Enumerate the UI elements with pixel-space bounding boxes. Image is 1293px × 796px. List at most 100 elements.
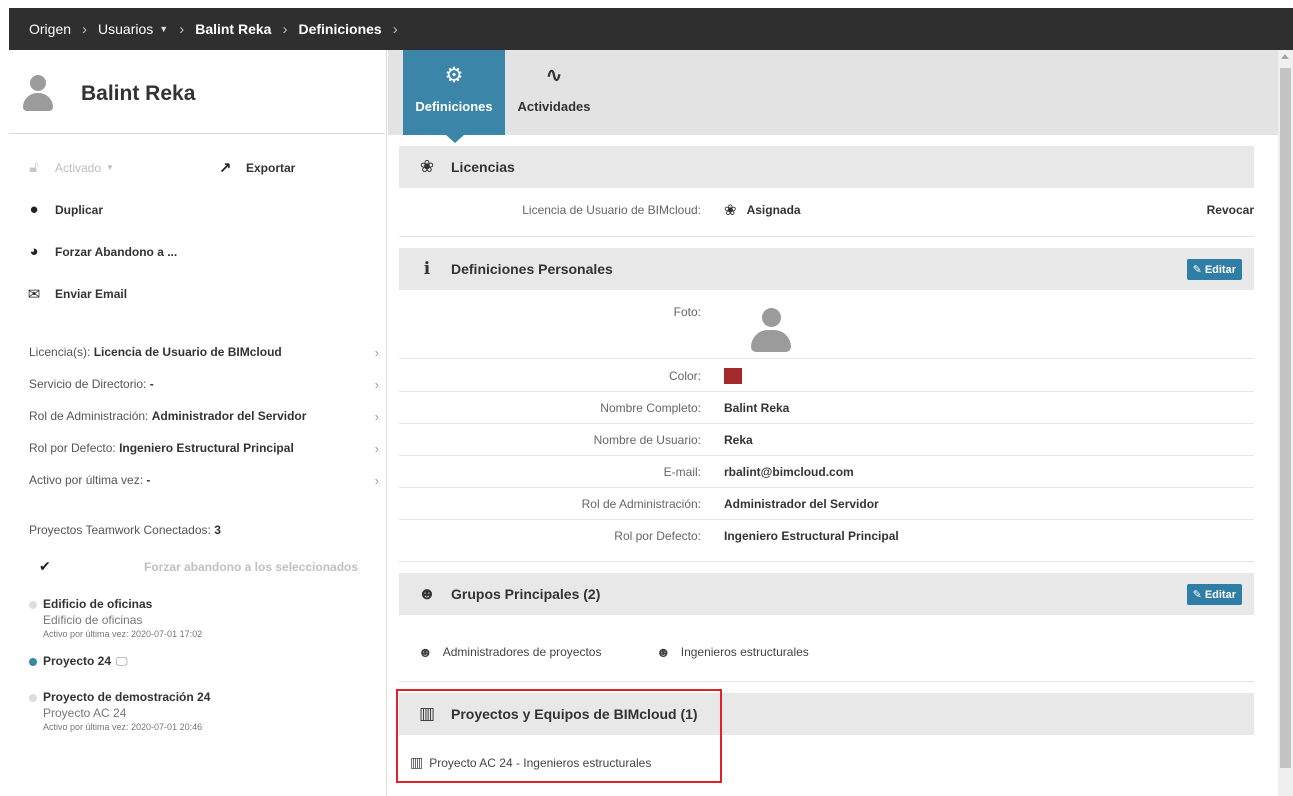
breadcrumb-users[interactable]: Usuarios bbox=[98, 21, 153, 37]
activity-icon: ∿ bbox=[545, 64, 563, 87]
scrollbar[interactable] bbox=[1278, 50, 1293, 796]
project-name: Edificio de oficinas bbox=[43, 597, 153, 611]
edit-label: Editar bbox=[1204, 263, 1236, 276]
users-icon: ☻ bbox=[418, 584, 436, 603]
duplicate-button[interactable]: ● Duplicar bbox=[23, 201, 103, 218]
chevron-right-icon: › bbox=[374, 441, 379, 456]
pencil-icon: ✎ bbox=[1192, 264, 1202, 276]
list-item[interactable]: Edificio de oficinas Edificio de oficina… bbox=[29, 597, 202, 639]
license-row-label: Licencia de Usuario de BIMcloud: bbox=[522, 203, 701, 217]
default-role-detail-row: Rol por Defecto: Ingeniero Estructural P… bbox=[399, 520, 1254, 552]
last-active-row[interactable]: Activo por última vez: - › bbox=[29, 473, 379, 488]
connected-projects-label: Proyectos Teamwork Conectados: bbox=[29, 523, 211, 537]
force-release-button[interactable]: ◕ Forzar Abandono a ... bbox=[23, 243, 177, 260]
send-email-label: Enviar Email bbox=[55, 287, 128, 301]
admin-role-value: Administrador del Servidor bbox=[151, 409, 307, 423]
list-item[interactable]: Proyecto de demostración 24 Proyecto AC … bbox=[29, 690, 210, 732]
activated-label: Activado bbox=[55, 160, 102, 175]
monitor-icon: 🖵︎ bbox=[116, 654, 128, 668]
status-dot-icon bbox=[29, 693, 37, 702]
email-value: rbalint@bimcloud.com bbox=[724, 464, 854, 479]
default-role-detail-label: Rol por Defecto: bbox=[614, 529, 701, 543]
select-all-checkmark-icon[interactable]: ✔ bbox=[39, 558, 51, 575]
external-link-icon: ↗ bbox=[218, 160, 232, 177]
status-dot-icon bbox=[29, 657, 37, 666]
group-item[interactable]: ☻ Ingenieros estructurales bbox=[656, 644, 809, 660]
directory-row[interactable]: Servicio de Directorio: - › bbox=[29, 377, 379, 392]
users-icon: ☻ bbox=[656, 644, 671, 660]
award-icon: ❀ bbox=[724, 202, 737, 219]
fullname-value: Balint Reka bbox=[724, 400, 790, 415]
photo-label: Foto: bbox=[673, 305, 701, 319]
tab-activities-label: Actividades bbox=[517, 99, 591, 114]
group-name: Ingenieros estructurales bbox=[680, 645, 809, 659]
unlock-icon: 🔓︎ bbox=[29, 159, 39, 176]
caret-down-icon[interactable]: ▼ bbox=[159, 24, 168, 34]
breadcrumb-user[interactable]: Balint Reka bbox=[195, 21, 271, 37]
force-release-selected-button[interactable]: Forzar abandono a los seleccionados bbox=[144, 560, 358, 574]
admin-role-detail-row: Rol de Administración: Administrador del… bbox=[399, 488, 1254, 520]
project-last-active: Activo por última vez: 2020-07-01 17:02 bbox=[43, 629, 203, 639]
photo-row: Foto: bbox=[399, 295, 1254, 359]
connected-projects-count: 3 bbox=[214, 523, 221, 537]
chevron-right-icon: › bbox=[179, 20, 185, 38]
directory-value: - bbox=[149, 377, 154, 391]
tab-settings[interactable]: ⚙ Definiciones bbox=[403, 50, 505, 135]
avatar bbox=[751, 308, 791, 353]
breadcrumb-origin[interactable]: Origen bbox=[29, 21, 71, 37]
export-button[interactable]: ↗ Exportar bbox=[214, 159, 296, 177]
default-role-row[interactable]: Rol por Defecto: Ingeniero Estructural P… bbox=[29, 441, 379, 456]
divider bbox=[399, 681, 1254, 682]
force-release-icon: ◕ bbox=[29, 243, 39, 260]
edit-personal-button[interactable]: ✎ Editar bbox=[1186, 259, 1242, 280]
revoke-button[interactable]: Revocar bbox=[1207, 203, 1254, 217]
scroll-thumb[interactable] bbox=[1280, 68, 1291, 768]
project-last-active: Activo por última vez: 2020-07-01 20:46 bbox=[43, 722, 203, 732]
activated-dropdown[interactable]: 🔓︎ Activado ▼ bbox=[23, 159, 114, 176]
license-row[interactable]: Licencia(s): Licencia de Usuario de BIMc… bbox=[29, 345, 379, 360]
chevron-right-icon: › bbox=[374, 473, 379, 488]
edit-label: Editar bbox=[1204, 588, 1236, 601]
divider bbox=[399, 561, 1254, 562]
username-value: Reka bbox=[724, 432, 753, 447]
chevron-right-icon: › bbox=[374, 409, 379, 424]
scroll-up-arrow-icon[interactable] bbox=[1281, 54, 1289, 59]
edit-groups-button[interactable]: ✎ Editar bbox=[1186, 584, 1242, 605]
chevron-right-icon: › bbox=[374, 345, 379, 360]
licenses-title: Licencias bbox=[451, 159, 515, 175]
list-item[interactable]: Proyecto 24 🖵︎ bbox=[29, 654, 128, 669]
email-row: E-mail: rbalint@bimcloud.com bbox=[399, 456, 1254, 488]
personal-title: Definiciones Personales bbox=[451, 261, 613, 277]
chevron-right-icon: › bbox=[374, 377, 379, 392]
chevron-right-icon: › bbox=[392, 20, 398, 38]
main-content: ⚙ Definiciones ∿ Actividades ❀ Licencias… bbox=[388, 50, 1278, 796]
default-role-label: Rol por Defecto: bbox=[29, 441, 116, 455]
username-label: Nombre de Usuario: bbox=[593, 432, 701, 447]
admin-role-detail-value: Administrador del Servidor bbox=[724, 496, 879, 511]
avatar bbox=[23, 75, 53, 113]
info-icon: ℹ bbox=[423, 259, 431, 278]
user-header: Balint Reka bbox=[9, 50, 385, 134]
group-item[interactable]: ☻ Administradores de proyectos bbox=[418, 644, 601, 660]
default-role-value: Ingeniero Estructural Principal bbox=[119, 441, 294, 455]
send-email-button[interactable]: ✉ Enviar Email bbox=[23, 285, 127, 303]
breadcrumb: Origen › Usuarios ▼ › Balint Reka › Defi… bbox=[9, 8, 1293, 50]
fullname-row: Nombre Completo: Balint Reka bbox=[399, 392, 1254, 424]
admin-role-row[interactable]: Rol de Administración: Administrador del… bbox=[29, 409, 379, 424]
export-label: Exportar bbox=[246, 161, 296, 175]
email-label: E-mail: bbox=[663, 464, 701, 479]
tab-activities[interactable]: ∿ Actividades bbox=[505, 50, 603, 135]
groups-title: Grupos Principales (2) bbox=[451, 586, 601, 602]
users-icon: ☻ bbox=[418, 644, 433, 660]
groups-header: ☻ Grupos Principales (2) ✎ Editar bbox=[399, 573, 1254, 615]
user-name: Balint Reka bbox=[81, 82, 196, 105]
licenses-header: ❀ Licencias bbox=[399, 146, 1254, 188]
active-tab-pointer bbox=[446, 135, 464, 143]
breadcrumb-settings: Definiciones bbox=[298, 21, 382, 37]
tab-bar: ⚙ Definiciones ∿ Actividades bbox=[388, 50, 1278, 135]
highlight-box bbox=[396, 689, 722, 783]
duplicate-label: Duplicar bbox=[55, 202, 104, 217]
project-subtitle: Proyecto AC 24 bbox=[43, 706, 127, 720]
caret-down-icon: ▼ bbox=[106, 163, 114, 172]
project-name: Proyecto de demostración 24 bbox=[43, 690, 211, 704]
